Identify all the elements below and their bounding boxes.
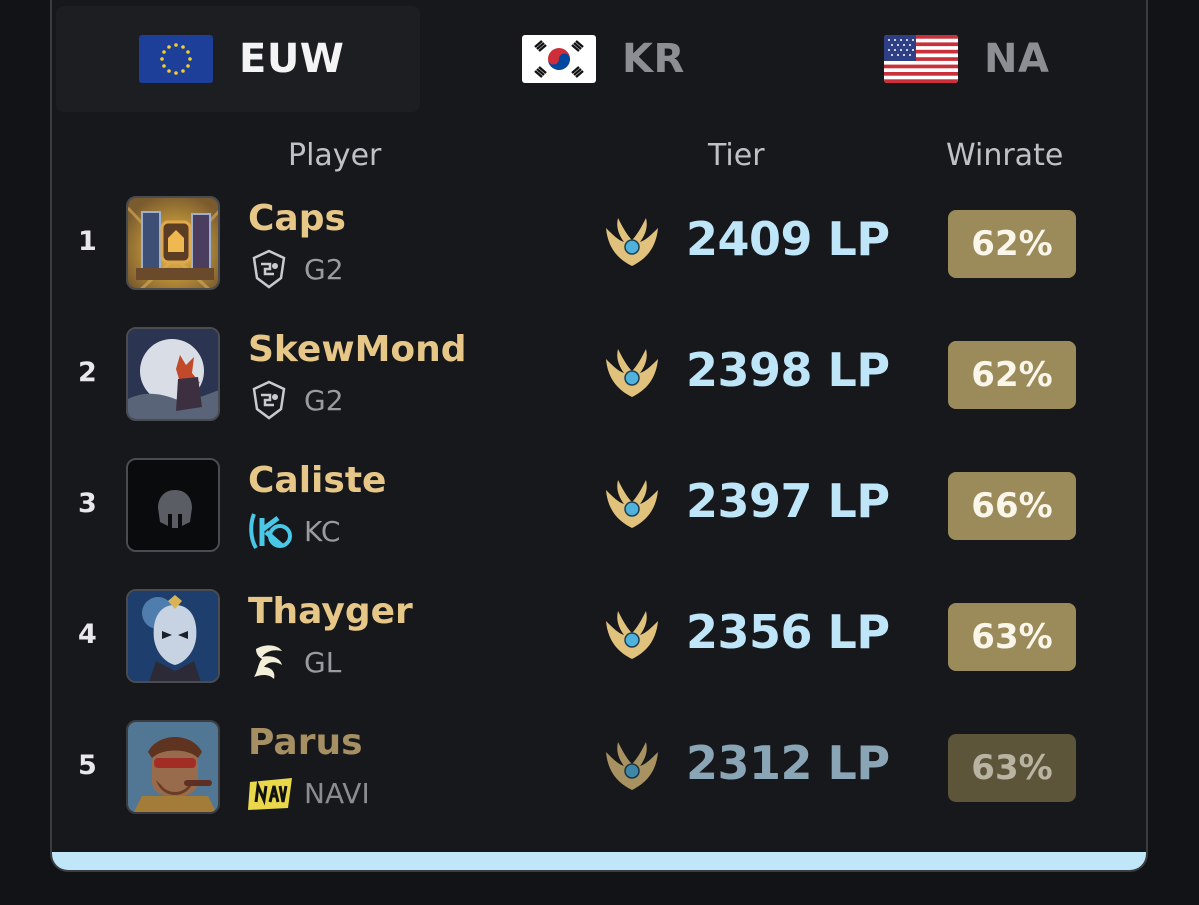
table-row[interactable]: 5 Parus NAVI 2312 LP 63% <box>52 720 1146 830</box>
team-info: GL <box>248 641 341 683</box>
tab-na[interactable]: NA <box>884 6 1049 112</box>
lp-value: 2312 LP <box>686 736 890 790</box>
team-name: GL <box>304 645 342 679</box>
champion-avatar[interactable] <box>126 589 220 683</box>
gl-logo-icon <box>248 641 290 683</box>
g2-logo-icon <box>248 379 290 421</box>
winrate-badge: 66% <box>948 472 1076 540</box>
column-header-player: Player <box>288 138 382 173</box>
team-info: KC <box>248 510 340 552</box>
rank-number: 5 <box>78 750 97 781</box>
champion-avatar[interactable] <box>126 327 220 421</box>
player-name[interactable]: Caliste <box>248 460 386 501</box>
table-row[interactable]: 1 Caps G2 2409 LP 62% <box>52 196 1146 306</box>
tab-kr[interactable]: KR <box>522 6 685 112</box>
master-tier-icon <box>602 476 662 532</box>
team-name: NAVI <box>304 776 370 810</box>
player-name[interactable]: SkewMond <box>248 329 467 370</box>
tab-label: NA <box>984 36 1050 82</box>
champion-avatar[interactable] <box>126 458 220 552</box>
kc-logo-icon <box>248 510 292 552</box>
tab-label: KR <box>622 36 685 82</box>
player-name[interactable]: Thayger <box>248 591 413 632</box>
us-flag-icon <box>884 35 958 83</box>
team-name: KC <box>304 514 341 548</box>
team-info: G2 <box>248 248 344 290</box>
team-info: G2 <box>248 379 344 421</box>
winrate-badge: 62% <box>948 341 1076 409</box>
winrate-badge: 63% <box>948 734 1076 802</box>
master-tier-icon <box>602 607 662 663</box>
kr-flag-icon <box>522 35 596 83</box>
column-header-winrate: Winrate <box>946 138 1064 173</box>
navi-logo-icon <box>248 772 292 814</box>
team-name: G2 <box>304 252 344 286</box>
master-tier-icon <box>602 738 662 794</box>
table-row[interactable]: 2 SkewMond G2 2398 LP 62% <box>52 327 1146 437</box>
table-row[interactable]: 4 Thayger GL 2356 LP 63% <box>52 589 1146 699</box>
lp-value: 2397 LP <box>686 474 890 528</box>
lp-value: 2356 LP <box>686 605 890 659</box>
champion-avatar[interactable] <box>126 720 220 814</box>
rank-number: 1 <box>78 226 97 257</box>
master-tier-icon <box>602 214 662 270</box>
leaderboard-card: EUW KR NA Player Tier Winrate 1 Caps G2 … <box>50 0 1148 872</box>
tab-label: EUW <box>239 36 345 82</box>
rank-number: 4 <box>78 619 97 650</box>
winrate-badge: 63% <box>948 603 1076 671</box>
bottom-accent-bar <box>52 852 1146 870</box>
team-info: NAVI <box>248 772 370 814</box>
column-header-tier: Tier <box>708 138 765 173</box>
lp-value: 2409 LP <box>686 212 890 266</box>
rank-number: 3 <box>78 488 97 519</box>
rank-number: 2 <box>78 357 97 388</box>
tab-euw[interactable]: EUW <box>56 6 420 112</box>
eu-flag-icon <box>139 35 213 83</box>
player-name[interactable]: Caps <box>248 198 346 239</box>
table-row[interactable]: 3 Caliste KC 2397 LP 66% <box>52 458 1146 568</box>
master-tier-icon <box>602 345 662 401</box>
lp-value: 2398 LP <box>686 343 890 397</box>
team-name: G2 <box>304 383 344 417</box>
champion-avatar[interactable] <box>126 196 220 290</box>
g2-logo-icon <box>248 248 290 290</box>
winrate-badge: 62% <box>948 210 1076 278</box>
player-name[interactable]: Parus <box>248 722 363 763</box>
